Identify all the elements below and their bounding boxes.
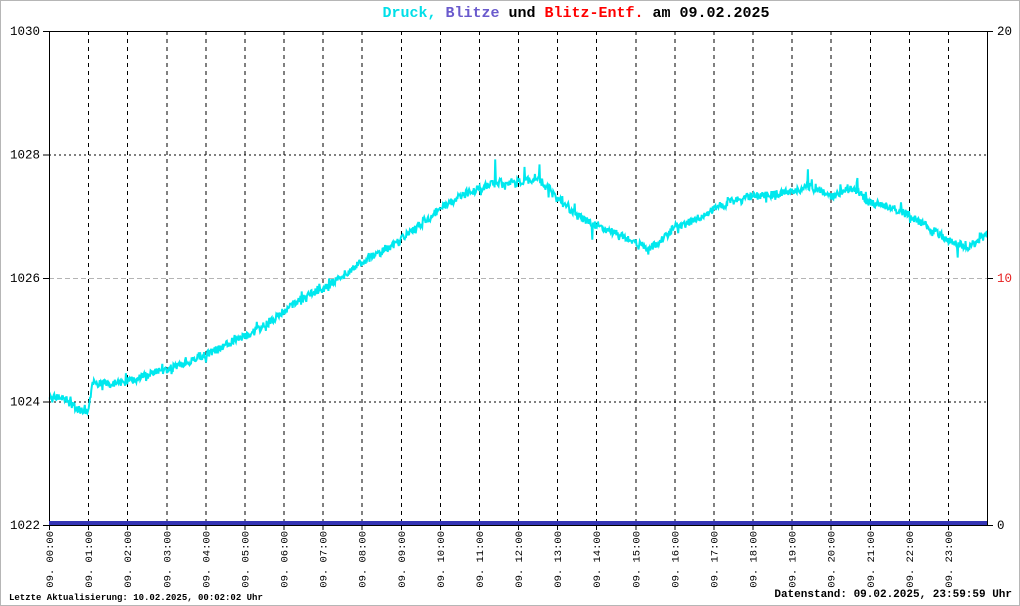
x-tick-label: 09. 16:00	[670, 531, 682, 588]
title-segment-3: Blitz-Entf.	[544, 5, 644, 22]
x-tick-label: 09. 17:00	[709, 531, 721, 588]
x-tick-label: 09. 23:00	[944, 531, 956, 588]
weather-chart-panel: 1030 1028 1026 1024 1022 20 10 0 09. 00:00 09. 01…	[0, 0, 1020, 606]
title-segment-0: Druck,	[382, 5, 437, 22]
y-left-tick-label: 1022	[10, 519, 40, 533]
x-tick-label: 09. 22:00	[905, 531, 917, 588]
x-tick-label: 09. 18:00	[749, 531, 761, 588]
x-tick-label: 09. 04:00	[201, 531, 213, 588]
x-tick-label: 09. 08:00	[358, 531, 370, 588]
x-tick-label: 09. 09:00	[397, 531, 409, 588]
x-tick-label: 09. 13:00	[553, 531, 565, 588]
y-left-tick-label: 1028	[10, 149, 40, 163]
x-tick-label: 09. 02:00	[123, 531, 135, 588]
x-tick-label: 09. 10:00	[436, 531, 448, 588]
data-state-text: Datenstand: 09.02.2025, 23:59:59 Uhr	[774, 589, 1012, 601]
title-segment-1: Blitze	[436, 5, 500, 22]
x-tick-label: 09. 14:00	[592, 531, 604, 588]
x-tick-label: 09. 21:00	[866, 531, 878, 588]
x-tick-label: 09. 03:00	[162, 531, 174, 588]
y-left-tick-label: 1026	[10, 272, 40, 286]
x-tick-label: 09. 12:00	[514, 531, 526, 588]
last-update-text: Letzte Aktualisierung: 10.02.2025, 00:02…	[9, 593, 263, 603]
pressure-lightning-chart: 1030 1028 1026 1024 1022 20 10 0 09. 00:00 09. 01…	[10, 25, 1012, 588]
x-tick-label: 09. 06:00	[280, 531, 292, 588]
title-segment-4: am 09.02.2025	[643, 5, 770, 22]
x-tick-label: 09. 11:00	[475, 531, 487, 588]
y-right-tick-label: 20	[997, 25, 1012, 39]
x-tick-label: 09. 00:00	[45, 531, 57, 588]
chart-title: Druck, Blitze und Blitz-Entf. am 09.02.2…	[329, 5, 823, 22]
x-tick-label: 09. 01:00	[84, 531, 96, 588]
title-segment-2: und	[499, 5, 545, 22]
x-tick-label: 09. 15:00	[631, 531, 643, 588]
y-left-tick-label: 1024	[10, 396, 40, 410]
y-right-tick-label: 10	[997, 272, 1012, 286]
x-tick-label: 09. 19:00	[788, 531, 800, 588]
x-tick-label: 09. 05:00	[240, 531, 252, 588]
x-tick-label: 09. 07:00	[319, 531, 331, 588]
y-right-tick-label: 0	[997, 519, 1005, 533]
x-tick-label: 09. 20:00	[827, 531, 839, 588]
y-left-tick-label: 1030	[10, 25, 40, 39]
